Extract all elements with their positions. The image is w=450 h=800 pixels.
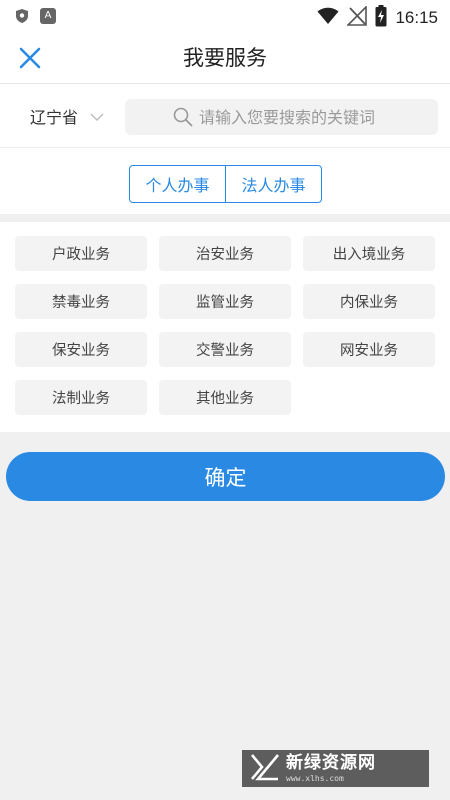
tab-personal[interactable]: 个人办事: [130, 166, 225, 202]
service-item-exit-entry[interactable]: 出入境业务: [303, 236, 435, 271]
province-label: 辽宁省: [30, 108, 79, 127]
close-button[interactable]: [12, 40, 48, 76]
chevron-down-icon: [90, 107, 104, 126]
service-item-other[interactable]: 其他业务: [159, 380, 291, 415]
wifi-icon: [317, 7, 339, 29]
search-icon: [173, 107, 193, 131]
search-box[interactable]: [125, 99, 438, 135]
search-row: 辽宁省: [0, 84, 450, 148]
no-signal-icon: [346, 5, 368, 30]
service-grid: 户政业务 治安业务 出入境业务 禁毒业务 监管业务 内保业务 保安业务 交警业务…: [15, 236, 435, 415]
service-grid-area: 户政业务 治安业务 出入境业务 禁毒业务 监管业务 内保业务 保安业务 交警业务…: [0, 222, 450, 432]
watermark: 新绿资源网 www.xlhs.com: [242, 750, 429, 787]
tab-legal-entity[interactable]: 法人办事: [225, 166, 321, 202]
service-item-cyber-security[interactable]: 网安业务: [303, 332, 435, 367]
watermark-title: 新绿资源网: [286, 752, 376, 773]
tab-area: 个人办事 法人办事: [0, 148, 450, 214]
watermark-logo-icon: [250, 753, 280, 785]
service-item-narcotics[interactable]: 禁毒业务: [15, 284, 147, 319]
service-item-legal[interactable]: 法制业务: [15, 380, 147, 415]
close-icon: [19, 47, 41, 69]
service-item-supervision[interactable]: 监管业务: [159, 284, 291, 319]
service-item-public-security[interactable]: 治安业务: [159, 236, 291, 271]
tab-group: 个人办事 法人办事: [129, 165, 322, 203]
confirm-button[interactable]: 确定: [6, 452, 445, 501]
search-input[interactable]: [173, 99, 438, 135]
battery-charging-icon: [375, 5, 387, 31]
watermark-url: www.xlhs.com: [286, 773, 344, 783]
service-item-security-guard[interactable]: 保安业务: [15, 332, 147, 367]
service-item-internal-security[interactable]: 内保业务: [303, 284, 435, 319]
a-badge-icon: A: [40, 8, 56, 24]
status-time: 16:15: [395, 8, 438, 27]
app-header: 我要服务: [0, 32, 450, 84]
service-item-traffic-police[interactable]: 交警业务: [159, 332, 291, 367]
status-bar: A 16:15: [0, 0, 450, 32]
page-title: 我要服务: [183, 46, 267, 70]
province-selector[interactable]: 辽宁省: [30, 102, 104, 130]
service-item-household[interactable]: 户政业务: [15, 236, 147, 271]
shield-icon: [14, 8, 30, 28]
